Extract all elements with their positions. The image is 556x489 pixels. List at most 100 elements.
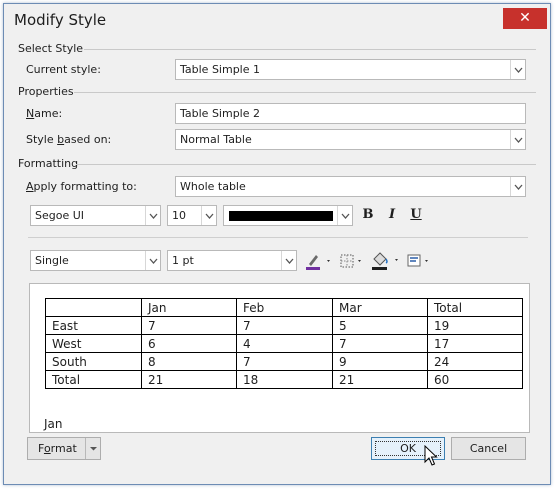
modify-style-dialog: Modify Style ✕ Select Style Current styl… [3, 3, 551, 485]
table-cell: 6 [141, 334, 237, 353]
borders-icon [340, 254, 361, 268]
table-cell: Total [427, 298, 523, 317]
border-width-dropdown[interactable]: 1 pt [167, 250, 297, 271]
preview-pane: Jan Feb Mar Total East 7 7 5 19 West 6 4… [29, 283, 530, 433]
current-style-label: Current style: [26, 63, 101, 76]
format-label-post: rmat [50, 442, 77, 455]
current-style-value: Table Simple 1 [180, 63, 260, 76]
chevron-down-icon [281, 251, 296, 270]
name-input[interactable]: Table Simple 2 [175, 103, 526, 124]
formatting-section-label: Formatting [18, 157, 79, 170]
italic-button[interactable]: I [384, 207, 400, 222]
table-cell: 8 [141, 352, 237, 371]
font-name-dropdown[interactable]: Segoe UI [30, 205, 161, 226]
close-icon: ✕ [519, 10, 531, 26]
name-label: Name: [26, 107, 62, 120]
table-cell: 24 [427, 352, 523, 371]
table-row: East 7 7 5 19 [45, 316, 523, 335]
table-cell: East [45, 316, 142, 335]
table-cell: 18 [236, 370, 333, 389]
table-cell: Mar [332, 298, 428, 317]
style-based-on-dropdown[interactable]: Normal Table [175, 129, 526, 150]
apply-label-text: pply formatting to: [33, 180, 137, 193]
table-cell: Total [45, 370, 142, 389]
table-cell: 7 [236, 352, 333, 371]
shading-button[interactable] [370, 250, 402, 271]
table-cell: 4 [236, 334, 333, 353]
apply-formatting-value: Whole table [180, 180, 246, 193]
table-cell: 17 [427, 334, 523, 353]
style-based-on-value: Normal Table [180, 133, 252, 146]
properties-section-label: Properties [18, 85, 74, 98]
title-bar: Modify Style ✕ [4, 4, 550, 37]
name-input-value: Table Simple 2 [180, 107, 260, 120]
based-on-label-pre: Style [26, 133, 58, 146]
toolbar-separator [28, 237, 528, 238]
table-cell: Feb [236, 298, 333, 317]
format-label-accesskey: o [43, 442, 51, 455]
split-divider [85, 438, 86, 459]
underline-button[interactable]: U [408, 207, 424, 222]
mouse-pointer-icon [424, 445, 438, 466]
table-row: West 6 4 7 17 [45, 334, 523, 353]
chevron-down-icon [337, 206, 352, 225]
chevron-down-icon [88, 438, 99, 462]
based-on-label-post: ased on: [64, 133, 112, 146]
cancel-button[interactable]: Cancel [451, 437, 526, 460]
section-divider [76, 164, 536, 165]
align-icon [407, 254, 428, 267]
current-style-dropdown[interactable]: Table Simple 1 [175, 59, 526, 80]
border-width-value: 1 pt [172, 254, 194, 267]
table-cell: 7 [141, 316, 237, 335]
chevron-down-icon [145, 206, 160, 225]
table-cell: 21 [332, 370, 428, 389]
section-divider [84, 49, 536, 50]
apply-formatting-label: Apply formatting to: [26, 180, 137, 193]
chevron-down-icon [510, 130, 525, 149]
font-name-value: Segoe UI [35, 209, 85, 222]
table-cell: 7 [236, 316, 333, 335]
table-cell: 19 [427, 316, 523, 335]
table-cell: 7 [332, 334, 428, 353]
dialog-title: Modify Style [14, 11, 107, 29]
chevron-down-icon [201, 206, 216, 225]
chevron-down-icon [145, 251, 160, 270]
font-size-dropdown[interactable]: 10 [167, 205, 217, 226]
table-header-row: Jan Feb Mar Total [45, 298, 523, 317]
table-cell: 5 [332, 316, 428, 335]
font-color-dropdown[interactable] [223, 205, 353, 226]
cell-alignment-button[interactable] [405, 251, 435, 271]
apply-label-accesskey: A [26, 180, 34, 193]
border-color-button[interactable] [304, 251, 334, 271]
name-label-text: ame: [34, 107, 63, 120]
table-row: Total 21 18 21 60 [45, 370, 523, 389]
table-cell: 21 [141, 370, 237, 389]
format-button[interactable]: Format [27, 437, 101, 460]
preview-caption: Jan [44, 417, 63, 431]
bold-button[interactable]: B [360, 207, 376, 222]
chevron-down-icon [510, 177, 525, 196]
table-cell: South [45, 352, 142, 371]
section-divider [74, 92, 536, 93]
apply-formatting-dropdown[interactable]: Whole table [175, 176, 526, 197]
border-style-dropdown[interactable]: Single [30, 250, 161, 271]
table-row: South 8 7 9 24 [45, 352, 523, 371]
select-style-section-label: Select Style [18, 42, 84, 55]
table-cell: 60 [427, 370, 523, 389]
font-color-swatch [229, 211, 333, 221]
font-size-value: 10 [172, 209, 186, 222]
chevron-down-icon [510, 60, 525, 79]
close-button[interactable]: ✕ [503, 8, 547, 29]
table-cell: 9 [332, 352, 428, 371]
format-button-label: Format [38, 442, 77, 455]
style-based-on-label: Style based on: [26, 133, 111, 146]
table-cell [45, 298, 142, 317]
table-cell: Jan [141, 298, 237, 317]
borders-button[interactable] [338, 251, 368, 271]
paint-bucket-icon [372, 252, 398, 270]
cancel-button-label: Cancel [469, 442, 508, 455]
preview-table: Jan Feb Mar Total East 7 7 5 19 West 6 4… [45, 298, 523, 389]
table-cell: West [45, 334, 142, 353]
pen-icon [306, 255, 330, 270]
border-style-value: Single [35, 254, 69, 267]
